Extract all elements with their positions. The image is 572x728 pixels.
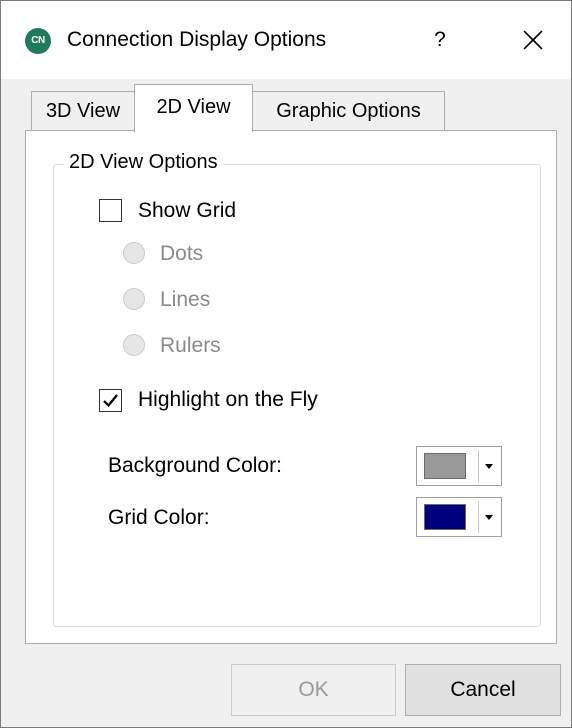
connection-display-options-dialog: CN Connection Display Options ? 3D View … — [0, 0, 572, 728]
window-title: Connection Display Options — [67, 28, 327, 51]
app-logo-icon: CN — [25, 28, 51, 54]
divider — [478, 501, 479, 533]
tab-graphic-options[interactable]: Graphic Options — [252, 91, 445, 131]
grid-color-picker[interactable] — [416, 497, 502, 537]
background-color-swatch — [424, 453, 466, 479]
group-title: 2D View Options — [64, 151, 223, 174]
grid-color-swatch — [424, 504, 466, 530]
dropdown-arrow-icon — [485, 464, 493, 469]
dropdown-arrow-icon — [485, 515, 493, 520]
grid-style-rulers-label: Rulers — [160, 334, 221, 357]
tab-panel-2d-view: 2D View Options Show Grid Dots Lines Rul… — [25, 130, 557, 644]
grid-style-lines-radio[interactable] — [123, 288, 145, 310]
checkmark-icon — [103, 394, 118, 408]
tab-2d-view[interactable]: 2D View — [134, 84, 253, 132]
grid-style-rulers-radio[interactable] — [123, 334, 145, 356]
close-button[interactable] — [516, 23, 550, 57]
cancel-button[interactable]: Cancel — [405, 664, 561, 716]
divider — [478, 450, 479, 482]
grid-style-dots-label: Dots — [160, 242, 204, 265]
ok-button[interactable]: OK — [231, 664, 396, 716]
highlight-on-the-fly-label[interactable]: Highlight on the Fly — [138, 388, 318, 412]
help-button[interactable]: ? — [429, 25, 451, 55]
highlight-on-the-fly-checkbox[interactable] — [99, 389, 122, 412]
background-color-label: Background Color: — [108, 454, 282, 477]
grid-color-label: Grid Color: — [108, 506, 210, 529]
show-grid-checkbox[interactable] — [99, 199, 122, 222]
tab-3d-view[interactable]: 3D View — [31, 91, 135, 131]
title-bar: CN Connection Display Options ? — [1, 1, 571, 79]
grid-style-dots-radio[interactable] — [123, 242, 145, 264]
show-grid-label[interactable]: Show Grid — [138, 199, 236, 223]
background-color-picker[interactable] — [416, 446, 502, 486]
grid-style-lines-label: Lines — [160, 288, 211, 311]
close-icon — [523, 30, 543, 50]
